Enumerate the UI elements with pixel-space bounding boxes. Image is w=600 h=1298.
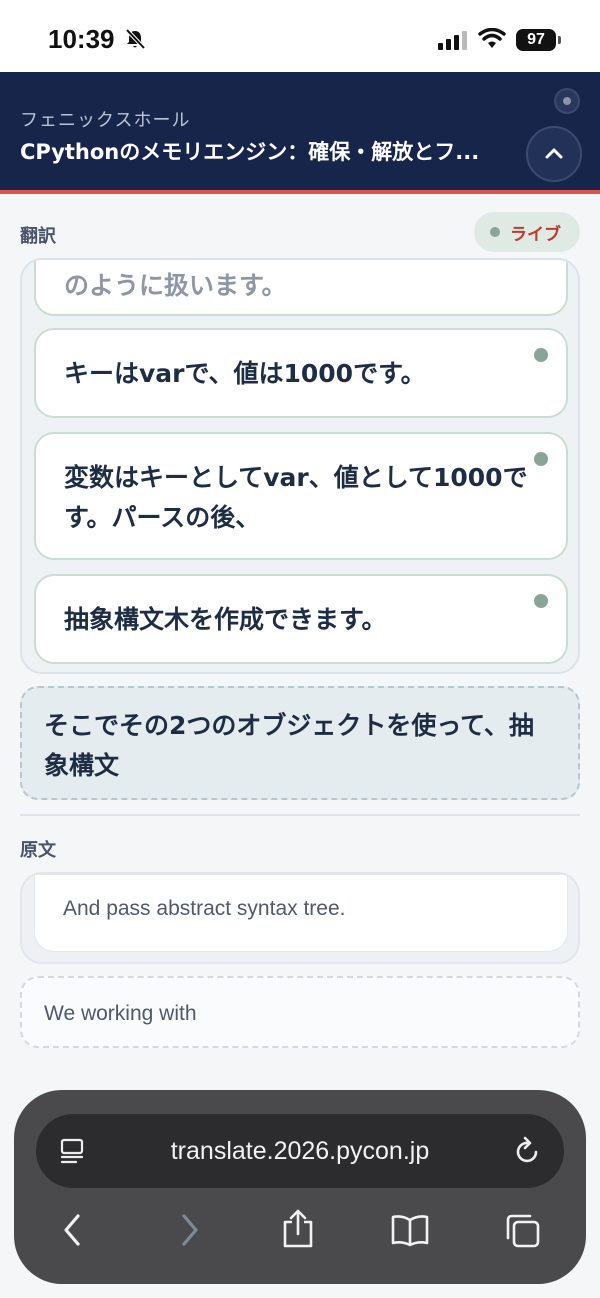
bell-muted-icon xyxy=(124,28,146,54)
talk-title: CPythonのメモリエンジン：確保・解放とフ... xyxy=(20,140,480,164)
original-card: And pass abstract syntax tree. xyxy=(34,874,568,952)
original-card-text: And pass abstract syntax tree. xyxy=(63,897,346,920)
tabs-icon xyxy=(506,1214,540,1248)
address-bar[interactable]: translate.2026.pycon.jp xyxy=(36,1114,564,1188)
live-badge: ライブ xyxy=(474,212,580,252)
status-dot-icon xyxy=(534,348,548,362)
reload-icon[interactable] xyxy=(514,1136,542,1170)
tabs-button[interactable] xyxy=(504,1212,542,1254)
translation-pending: そこでその2つのオブジェクトを使って、抽象構文 xyxy=(20,686,580,800)
translation-card-text: キーはvarで、値は1000です。 xyxy=(64,359,426,388)
live-label: ライブ xyxy=(510,224,561,245)
chevron-left-icon xyxy=(64,1214,80,1246)
original-pending: We working with xyxy=(20,976,580,1048)
live-dot-icon xyxy=(490,227,500,237)
translation-card: のように扱います。 xyxy=(34,260,568,316)
url-text: translate.2026.pycon.jp xyxy=(170,1137,430,1165)
collapse-button[interactable] xyxy=(526,126,582,182)
share-icon xyxy=(283,1209,313,1248)
original-section-label: 原文 xyxy=(20,840,56,861)
status-time: 10:39 xyxy=(48,24,115,54)
translation-card-text: 抽象構文木を作成できます。 xyxy=(64,605,387,634)
translation-section-label: 翻訳 xyxy=(20,226,56,247)
status-dot-icon xyxy=(534,594,548,608)
book-icon xyxy=(391,1215,429,1247)
share-button[interactable] xyxy=(280,1208,316,1254)
back-button[interactable] xyxy=(60,1212,86,1252)
translation-card: キーはvarで、値は1000です。 xyxy=(34,328,568,418)
venue-name: フェニックスホール xyxy=(20,110,191,131)
status-dot-icon xyxy=(534,452,548,466)
translation-card-text: のように扱います。 xyxy=(64,271,287,300)
app-header: フェニックスホール CPythonのメモリエンジン：確保・解放とフ... xyxy=(0,72,600,194)
chevron-up-icon xyxy=(545,148,563,159)
translation-list[interactable]: のように扱います。 キーはvarで、値は1000です。 変数はキーとしてvar、… xyxy=(20,258,580,674)
connection-indicator-icon xyxy=(554,88,580,114)
translation-card: 変数はキーとしてvar、値として1000です。パースの後、 xyxy=(34,432,568,560)
section-divider xyxy=(20,814,580,816)
forward-button[interactable] xyxy=(176,1212,202,1252)
chevron-right-icon xyxy=(182,1214,198,1246)
translation-card-text: 変数はキーとしてvar、値として1000です。パースの後、 xyxy=(64,463,528,532)
wifi-icon xyxy=(478,27,506,54)
bookmarks-button[interactable] xyxy=(390,1212,430,1252)
battery-indicator: 97 xyxy=(516,29,561,51)
translation-card: 抽象構文木を作成できます。 xyxy=(34,574,568,664)
browser-toolbar: translate.2026.pycon.jp xyxy=(14,1090,586,1284)
original-list[interactable]: And pass abstract syntax tree. xyxy=(20,872,580,964)
status-bar: 10:39 97 xyxy=(0,0,600,72)
cellular-signal-icon xyxy=(438,30,468,54)
